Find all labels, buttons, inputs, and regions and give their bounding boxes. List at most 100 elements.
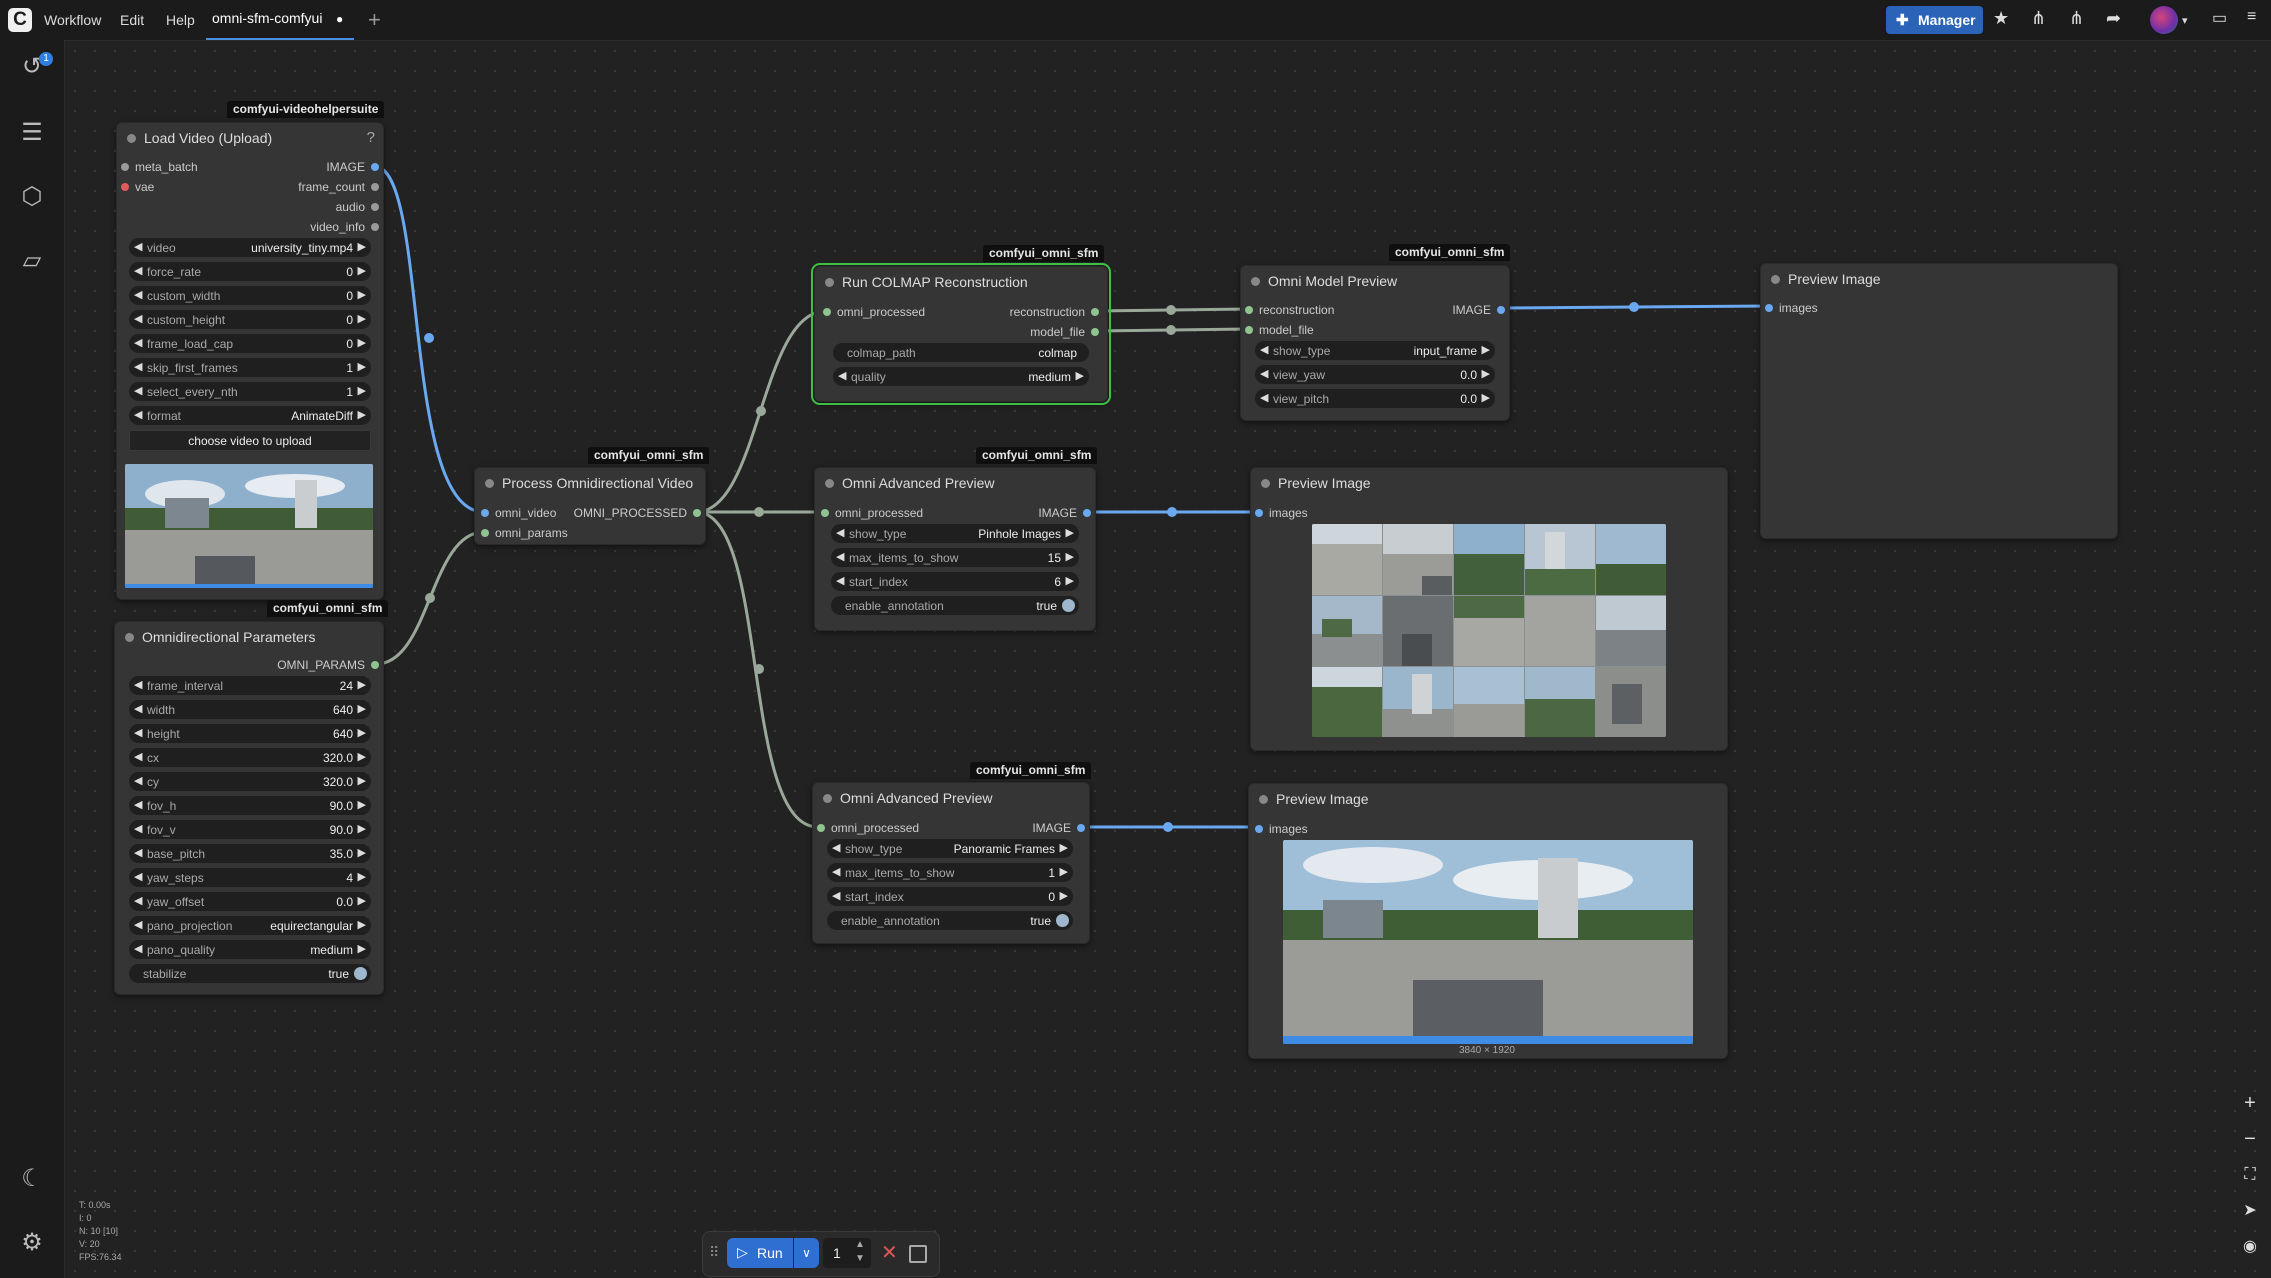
arrow-left-icon[interactable]: ◀ [134, 408, 142, 421]
node-title-bar[interactable]: Run COLMAP Reconstruction [815, 267, 1107, 297]
arrow-left-icon[interactable]: ◀ [134, 336, 142, 349]
arrow-right-icon[interactable]: ▶ [1482, 367, 1490, 380]
output-slot[interactable]: frame_count [249, 178, 379, 196]
menu-icon[interactable]: ≡ [2247, 8, 2256, 26]
layout-icon[interactable]: ▭ [2212, 8, 2227, 28]
arrow-left-icon[interactable]: ◀ [134, 288, 142, 301]
node-title-bar[interactable]: Preview Image [1251, 468, 1727, 498]
node-omni-advanced-preview[interactable]: Omni Advanced Preview omni_processed IMA… [814, 467, 1096, 631]
pin-icon[interactable] [371, 163, 379, 171]
pin-icon[interactable] [481, 509, 489, 517]
collapse-dot-icon[interactable] [1251, 277, 1260, 286]
arrow-left-icon[interactable]: ◀ [832, 865, 840, 878]
widget-skip-first-frames[interactable]: ◀ skip_first_frames 1 ▶ [129, 358, 371, 377]
output-slot[interactable]: IMAGE [1005, 819, 1085, 837]
arrow-left-icon[interactable]: ◀ [1260, 367, 1268, 380]
zoom-in-icon[interactable]: + [2235, 1088, 2265, 1118]
node-title-bar[interactable]: Process Omnidirectional Video [475, 468, 705, 498]
eye-icon[interactable]: ◉ [2235, 1232, 2265, 1262]
arrow-right-icon[interactable]: ▶ [1060, 889, 1068, 902]
output-slot[interactable]: IMAGE [1425, 301, 1505, 319]
widget-width[interactable]: ◀ width 640 ▶ [129, 700, 371, 719]
node-title-bar[interactable]: Preview Image [1249, 784, 1727, 814]
menu-workflow[interactable]: Workflow [44, 12, 101, 28]
widget-pano-projection[interactable]: ◀ pano_projection equirectangular ▶ [129, 916, 371, 935]
input-slot[interactable]: meta_batch [121, 158, 241, 176]
widget-yaw-offset[interactable]: ◀ yaw_offset 0.0 ▶ [129, 892, 371, 911]
arrow-right-icon[interactable]: ▶ [1066, 550, 1074, 563]
widget-view-pitch[interactable]: ◀ view_pitch 0.0 ▶ [1255, 389, 1495, 408]
arrow-left-icon[interactable]: ◀ [134, 240, 142, 253]
node-title-bar[interactable]: Preview Image [1761, 264, 2117, 294]
pin-icon[interactable] [1255, 825, 1263, 833]
arrow-left-icon[interactable]: ◀ [134, 384, 142, 397]
pin-icon[interactable] [1765, 304, 1773, 312]
toggle-knob-icon[interactable] [354, 967, 367, 980]
arrow-right-icon[interactable]: ▶ [358, 336, 366, 349]
arrow-right-icon[interactable]: ▶ [1076, 369, 1084, 382]
star-icon[interactable]: ★ [1993, 8, 2009, 29]
input-slot[interactable]: images [1255, 820, 1335, 838]
split-icon[interactable]: ⋔ [2069, 8, 2084, 29]
toggle-enable-annotation[interactable]: enable_annotation true [827, 911, 1073, 930]
arrow-right-icon[interactable]: ▶ [358, 360, 366, 373]
node-title-bar[interactable]: Load Video (Upload) ? [117, 123, 383, 153]
widget-view-yaw[interactable]: ◀ view_yaw 0.0 ▶ [1255, 365, 1495, 384]
zoom-out-icon[interactable]: − [2235, 1124, 2265, 1154]
collapse-dot-icon[interactable] [825, 479, 834, 488]
stop-icon[interactable] [909, 1245, 927, 1263]
arrow-right-icon[interactable]: ▶ [358, 942, 366, 955]
batch-count-input[interactable]: 1 ▲ ▼ [823, 1238, 871, 1268]
widget-pano-quality[interactable]: ◀ pano_quality medium ▶ [129, 940, 371, 959]
node-omni-advanced-preview[interactable]: Omni Advanced Preview omni_processed IMA… [812, 782, 1090, 944]
arrow-left-icon[interactable]: ◀ [134, 894, 142, 907]
arrow-right-icon[interactable]: ▶ [358, 240, 366, 253]
input-slot[interactable]: images [1765, 299, 1845, 317]
comfy-logo[interactable]: C [8, 8, 32, 32]
arrow-left-icon[interactable]: ◀ [134, 264, 142, 277]
collapse-dot-icon[interactable] [125, 633, 134, 642]
arrow-right-icon[interactable]: ▶ [358, 702, 366, 715]
node-process-video[interactable]: Process Omnidirectional Video omni_video… [474, 467, 706, 545]
arrow-left-icon[interactable]: ◀ [134, 702, 142, 715]
gear-icon[interactable]: ⚙ [18, 1228, 46, 1257]
arrow-left-icon[interactable]: ◀ [832, 889, 840, 902]
widget-yaw-steps[interactable]: ◀ yaw_steps 4 ▶ [129, 868, 371, 887]
arrow-right-icon[interactable]: ▶ [358, 822, 366, 835]
unsaved-dot-icon[interactable]: ● [336, 12, 343, 26]
pin-icon[interactable] [1077, 824, 1085, 832]
widget-custom-height[interactable]: ◀ custom_height 0 ▶ [129, 310, 371, 329]
pin-icon[interactable] [371, 203, 379, 211]
pin-icon[interactable] [817, 824, 825, 832]
arrow-right-icon[interactable]: ▶ [358, 750, 366, 763]
node-load-video[interactable]: Load Video (Upload) ? meta_batch vae IMA… [116, 122, 384, 600]
widget-fov-v[interactable]: ◀ fov_v 90.0 ▶ [129, 820, 371, 839]
widget-start-index[interactable]: ◀ start_index 0 ▶ [827, 887, 1073, 906]
arrow-right-icon[interactable]: ▶ [358, 384, 366, 397]
pin-icon[interactable] [1245, 326, 1253, 334]
node-title-bar[interactable]: Omnidirectional Parameters [115, 622, 383, 652]
menu-help[interactable]: Help [166, 12, 195, 28]
node-omni-params[interactable]: Omnidirectional Parameters OMNI_PARAMS ◀… [114, 621, 384, 995]
arrow-left-icon[interactable]: ◀ [1260, 343, 1268, 356]
arrow-right-icon[interactable]: ▶ [358, 798, 366, 811]
arrow-right-icon[interactable]: ▶ [358, 894, 366, 907]
output-slot[interactable]: audio [249, 198, 379, 216]
share-icon[interactable]: ➦ [2106, 8, 2121, 29]
drag-handle-icon[interactable]: ⠿ [709, 1244, 719, 1261]
node-run-colmap[interactable]: Run COLMAP Reconstruction omni_processed… [811, 263, 1111, 405]
widget-show-type[interactable]: ◀ show_type Pinhole Images ▶ [831, 524, 1079, 543]
input-slot[interactable]: omni_video [481, 504, 581, 522]
arrow-right-icon[interactable]: ▶ [1066, 526, 1074, 539]
collapse-dot-icon[interactable] [1771, 275, 1780, 284]
arrow-left-icon[interactable]: ◀ [134, 360, 142, 373]
pin-icon[interactable] [823, 308, 831, 316]
arrow-left-icon[interactable]: ◀ [134, 678, 142, 691]
widget-colmap-path[interactable]: colmap_path colmap [833, 343, 1089, 362]
arrow-left-icon[interactable]: ◀ [836, 526, 844, 539]
pin-icon[interactable] [1245, 306, 1253, 314]
arrow-left-icon[interactable]: ◀ [134, 870, 142, 883]
arrow-right-icon[interactable]: ▶ [358, 726, 366, 739]
toggle-knob-icon[interactable] [1056, 914, 1069, 927]
input-slot[interactable]: omni_processed [817, 819, 937, 837]
